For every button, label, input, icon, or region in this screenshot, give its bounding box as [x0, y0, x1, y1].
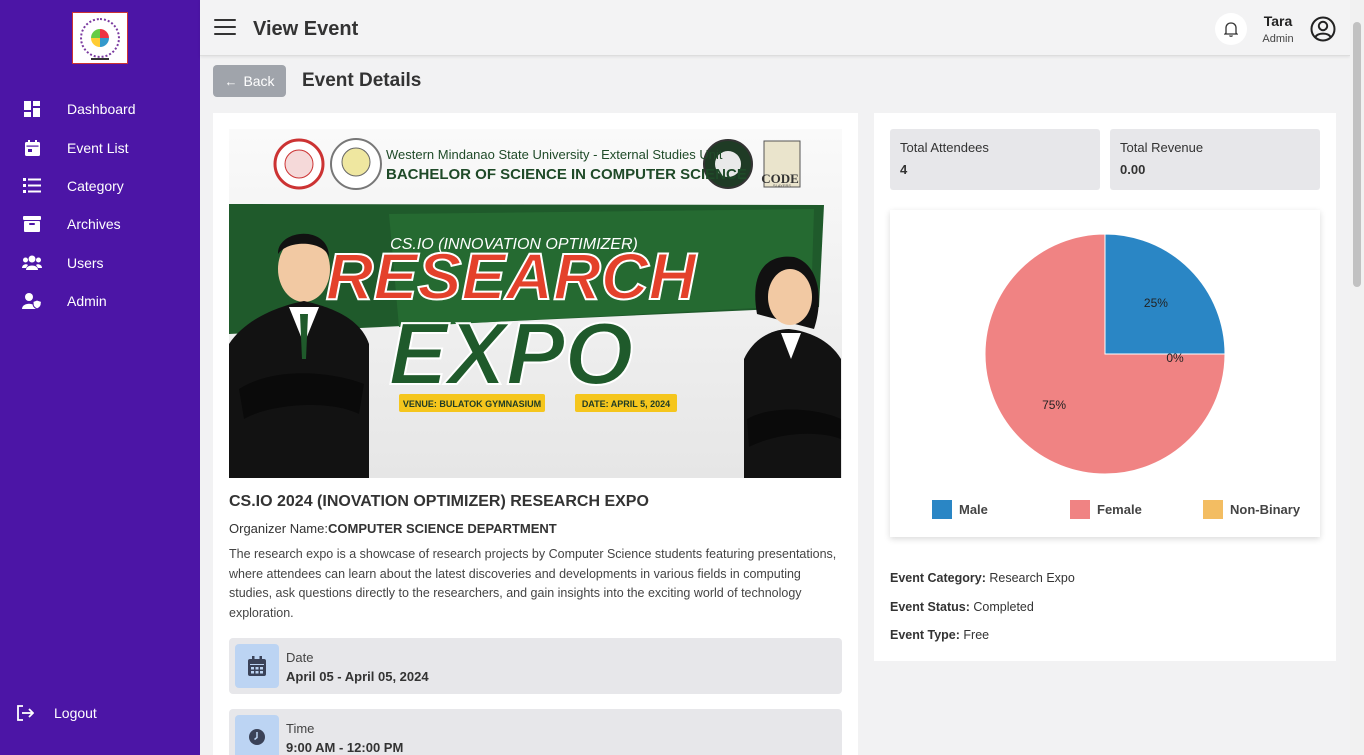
organizer-value: COMPUTER SCIENCE DEPARTMENT: [327, 521, 557, 536]
sidebar-nav: Dashboard Event List Category Archives U…: [0, 90, 200, 320]
top-header: View Event Tara Admin: [200, 0, 1350, 56]
dashboard-icon: [22, 99, 42, 119]
revenue-value: 0.00: [1120, 162, 1146, 177]
app-logo[interactable]: [72, 12, 128, 64]
sidebar-item-dashboard[interactable]: Dashboard: [0, 90, 200, 128]
user-role: Admin: [1262, 33, 1294, 45]
category-value: Research Expo: [989, 571, 1075, 585]
sidebar: Dashboard Event List Category Archives U…: [0, 0, 200, 755]
logout-icon: [16, 703, 36, 723]
attendees-value: 4: [900, 162, 908, 177]
legend-swatch-female: [1070, 500, 1090, 519]
total-revenue-stat: Total Revenue 0.00: [1110, 129, 1320, 190]
banner-venue: VENUE: BULATOK GYMNASIUM: [403, 399, 541, 409]
legend-item-non-binary[interactable]: Non-Binary: [1203, 500, 1300, 519]
logout-button[interactable]: Logout: [16, 703, 97, 723]
sidebar-item-label: Dashboard: [67, 101, 136, 118]
section-title: Event Details: [302, 70, 422, 91]
arrow-left-icon: ←: [224, 73, 238, 89]
sidebar-item-event-list[interactable]: Event List: [0, 128, 200, 166]
sidebar-item-archives[interactable]: Archives: [0, 205, 200, 243]
notification-bell-icon[interactable]: [1215, 13, 1247, 45]
event-stats-card: Total Attendees 4 Total Revenue 0.00 25%…: [874, 113, 1336, 661]
date-value: April 05 - April 05, 2024: [286, 669, 429, 684]
event-title: CS.IO 2024 (INOVATION OPTIMIZER) RESEARC…: [229, 493, 649, 510]
category-label: Event Category:: [890, 571, 986, 585]
legend-swatch-non-binary: [1203, 500, 1223, 519]
archive-icon: [22, 214, 42, 234]
organizer-line: Organizer Name:COMPUTER SCIENCE DEPARTME…: [229, 521, 557, 536]
back-button[interactable]: ← Back: [213, 65, 286, 97]
revenue-label: Total Revenue: [1120, 140, 1204, 155]
event-description: The research expo is a showcase of resea…: [229, 547, 837, 620]
clock-icon: [235, 715, 279, 755]
gender-pie-chart: 25% 75% 0% Male Female Non-Binary: [890, 210, 1320, 537]
event-type-line: Event Type: Free: [890, 628, 989, 642]
sidebar-item-label: Archives: [67, 216, 121, 233]
calendar-icon: [235, 644, 279, 688]
users-icon: [22, 253, 42, 273]
sidebar-item-label: Users: [67, 254, 104, 271]
time-info-box: Time 9:00 AM - 12:00 PM: [229, 709, 842, 755]
sidebar-item-label: Event List: [67, 139, 129, 156]
date-info-box: Date April 05 - April 05, 2024: [229, 638, 842, 694]
scrollbar-thumb[interactable]: [1353, 22, 1361, 287]
sidebar-item-label: Category: [67, 177, 124, 194]
banner-program: BACHELOR OF SCIENCE IN COMPUTER SCIENCE: [386, 166, 747, 183]
legend-label-male: Male: [959, 502, 988, 517]
type-label: Event Type:: [890, 628, 960, 642]
legend-item-male[interactable]: Male: [932, 500, 988, 519]
pie-label-male: 25%: [1144, 296, 1168, 310]
admin-icon: [22, 291, 42, 311]
status-value: Completed: [973, 600, 1034, 614]
status-label: Event Status:: [890, 600, 970, 614]
pie-label-female: 75%: [1042, 398, 1066, 412]
user-avatar-icon[interactable]: [1310, 16, 1336, 42]
pie-slice-male[interactable]: [1104, 233, 1226, 355]
calendar-icon: [22, 138, 42, 158]
sidebar-item-admin[interactable]: Admin: [0, 282, 200, 320]
list-icon: [22, 176, 42, 196]
hamburger-menu-button[interactable]: [214, 19, 236, 37]
legend-label-female: Female: [1097, 502, 1142, 517]
event-category-line: Event Category: Research Expo: [890, 571, 1075, 585]
event-banner-image: CODE SLAYERS Western Mindanao State Univ…: [229, 129, 842, 478]
banner-headline-expo: EXPO: [389, 304, 634, 403]
banner-date: DATE: APRIL 5, 2024: [582, 399, 670, 409]
type-value: Free: [963, 628, 990, 642]
time-value: 9:00 AM - 12:00 PM: [286, 740, 404, 755]
banner-headline-research: RESEARCH: [326, 239, 698, 313]
time-label: Time: [286, 721, 315, 736]
sidebar-item-category[interactable]: Category: [0, 167, 200, 205]
event-detail-card: CODE SLAYERS Western Mindanao State Univ…: [213, 113, 858, 755]
page-scrollbar[interactable]: [1350, 0, 1364, 755]
user-name: Tara: [1263, 13, 1293, 29]
back-label: Back: [243, 73, 275, 89]
banner-university: Western Mindanao State University - Exte…: [386, 147, 723, 162]
sidebar-item-label: Admin: [67, 293, 107, 310]
date-label: Date: [286, 650, 314, 665]
organizer-label: Organizer Name:: [229, 521, 328, 536]
pie-label-non-binary: 0%: [1166, 351, 1184, 365]
page-title: View Event: [253, 18, 359, 40]
total-attendees-stat: Total Attendees 4: [890, 129, 1100, 190]
legend-label-non-binary: Non-Binary: [1230, 502, 1301, 517]
legend-item-female[interactable]: Female: [1070, 500, 1142, 519]
pie-chart-svg: 25% 75% 0%: [984, 233, 1226, 475]
code-logo-sub: SLAYERS: [773, 183, 791, 188]
attendees-label: Total Attendees: [900, 140, 989, 155]
legend-swatch-male: [932, 500, 952, 519]
sidebar-item-users[interactable]: Users: [0, 244, 200, 282]
logout-label: Logout: [54, 705, 97, 721]
event-status-line: Event Status: Completed: [890, 600, 1034, 614]
